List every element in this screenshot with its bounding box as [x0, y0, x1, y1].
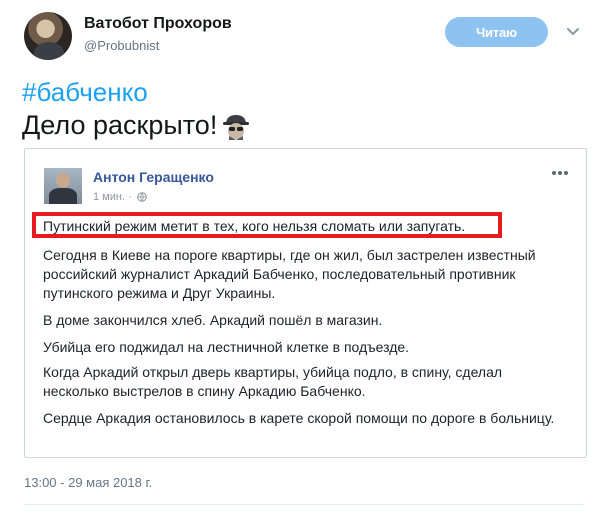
tweet: Ватобот Прохоров @Probubnist Читаю #бабч…: [0, 0, 603, 514]
tweet-text: Дело раскрыто!: [22, 110, 218, 140]
embedded-facebook-post[interactable]: Антон Геращенко 1 мин. · Путинский режим…: [24, 148, 587, 458]
post-paragraph: Убийца его поджидал на лестничной клетке…: [43, 339, 410, 355]
more-options-icon[interactable]: [550, 169, 570, 177]
chevron-down-icon[interactable]: [566, 25, 580, 39]
post-paragraph: Когда Аркадий открыл дверь квартиры, уби…: [43, 364, 503, 399]
post-time[interactable]: 1 мин.: [93, 191, 125, 203]
divider: [24, 504, 584, 505]
globe-icon: [136, 192, 147, 202]
user-name[interactable]: Ватобот Прохоров: [84, 15, 232, 33]
post-paragraph: В доме закончился хлеб. Аркадий пошёл в …: [43, 312, 383, 328]
post-meta: 1 мин. ·: [93, 191, 147, 203]
follow-button[interactable]: Читаю: [445, 17, 548, 47]
post-author-name[interactable]: Антон Геращенко: [93, 169, 214, 185]
post-author-avatar[interactable]: [44, 168, 82, 204]
tweet-timestamp[interactable]: 13:00 - 29 мая 2018 г.: [24, 475, 152, 490]
user-handle[interactable]: @Probubnist: [84, 38, 159, 53]
avatar[interactable]: [24, 12, 72, 60]
spy-emoji-icon: [223, 114, 250, 140]
post-paragraph: Сегодня в Киеве на пороге квартиры, где …: [43, 247, 536, 301]
hashtag-link[interactable]: #бабченко: [22, 77, 148, 108]
tweet-text-row: Дело раскрыто!: [22, 110, 251, 141]
post-paragraph: Путинский режим метит в тех, кого нельзя…: [43, 218, 466, 234]
post-paragraph: Сердце Аркадия остановилось в карете ско…: [43, 410, 555, 426]
